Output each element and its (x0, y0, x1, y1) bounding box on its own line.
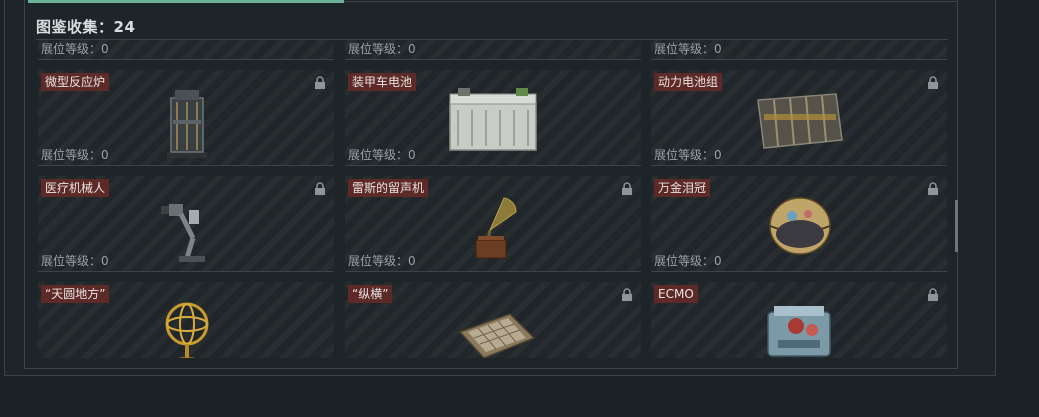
medical-robot-image (161, 204, 205, 262)
crown-egg-image (769, 197, 831, 255)
booth-level-label: 展位等级：0 (348, 254, 416, 268)
collection-card-micro-reactor[interactable]: 微型反应炉 展位等级：0 (38, 70, 334, 166)
ecmo-machine-image (767, 306, 831, 357)
collection-card[interactable]: 展位等级：0 (651, 40, 947, 60)
item-name-tag: 装甲车电池 (348, 73, 417, 91)
booth-level-label: 展位等级：0 (654, 148, 722, 162)
item-name-tag: “天圆地方” (41, 285, 110, 303)
lock-icon (622, 288, 632, 301)
collection-card-phonograph[interactable]: 雷斯的留声机 展位等级：0 (345, 176, 641, 272)
micro-reactor-image (167, 90, 207, 158)
lock-icon (622, 182, 632, 195)
collection-card-chess[interactable]: “纵横” (345, 282, 641, 358)
active-tab-indicator (28, 0, 344, 3)
armillary-sphere-image (165, 302, 209, 358)
power-battery-pack-image (757, 93, 843, 149)
collection-grid: 展位等级：0 展位等级：0 展位等级：0 微型反应炉 展位等级：0 装甲车电池 (38, 40, 950, 358)
item-name-tag: 雷斯的留声机 (348, 179, 429, 197)
item-name-tag: 动力电池组 (654, 73, 723, 91)
collection-card-power-battery-pack[interactable]: 动力电池组 展位等级：0 (651, 70, 947, 166)
lock-icon (315, 76, 325, 89)
scrollbar-thumb[interactable] (955, 200, 958, 252)
booth-level-label: 展位等级：0 (41, 254, 109, 268)
collection-card-armillary[interactable]: “天圆地方” (38, 282, 334, 358)
armored-car-battery-image (449, 88, 537, 151)
collection-card-crown-egg[interactable]: 万金泪冠 展位等级：0 (651, 176, 947, 272)
collection-card[interactable]: 展位等级：0 (345, 40, 641, 60)
phonograph-image (475, 197, 517, 259)
tab-divider (344, 1, 958, 2)
chessboard-image (458, 313, 536, 358)
item-name-tag: “纵横” (348, 285, 393, 303)
booth-level-label: 展位等级：0 (348, 148, 416, 162)
booth-level-label: 展位等级：0 (41, 148, 109, 162)
lock-icon (315, 182, 325, 195)
collection-card-ecmo[interactable]: ECMO (651, 282, 947, 358)
item-name-tag: ECMO (654, 285, 698, 303)
item-name-tag: 微型反应炉 (41, 73, 110, 91)
booth-level-label: 展位等级：0 (348, 42, 416, 56)
lock-icon (928, 182, 938, 195)
collection-card[interactable]: 展位等级：0 (38, 40, 334, 60)
collection-card-medical-robot[interactable]: 医疗机械人 展位等级：0 (38, 176, 334, 272)
item-name-tag: 医疗机械人 (41, 179, 110, 197)
booth-level-label: 展位等级：0 (41, 42, 109, 56)
item-name-tag: 万金泪冠 (654, 179, 711, 197)
collection-count-title: 图鉴收集：24 (36, 18, 136, 36)
lock-icon (928, 76, 938, 89)
booth-level-label: 展位等级：0 (654, 254, 722, 268)
lock-icon (928, 288, 938, 301)
collection-card-armored-car-battery[interactable]: 装甲车电池 展位等级：0 (345, 70, 641, 166)
booth-level-label: 展位等级：0 (654, 42, 722, 56)
